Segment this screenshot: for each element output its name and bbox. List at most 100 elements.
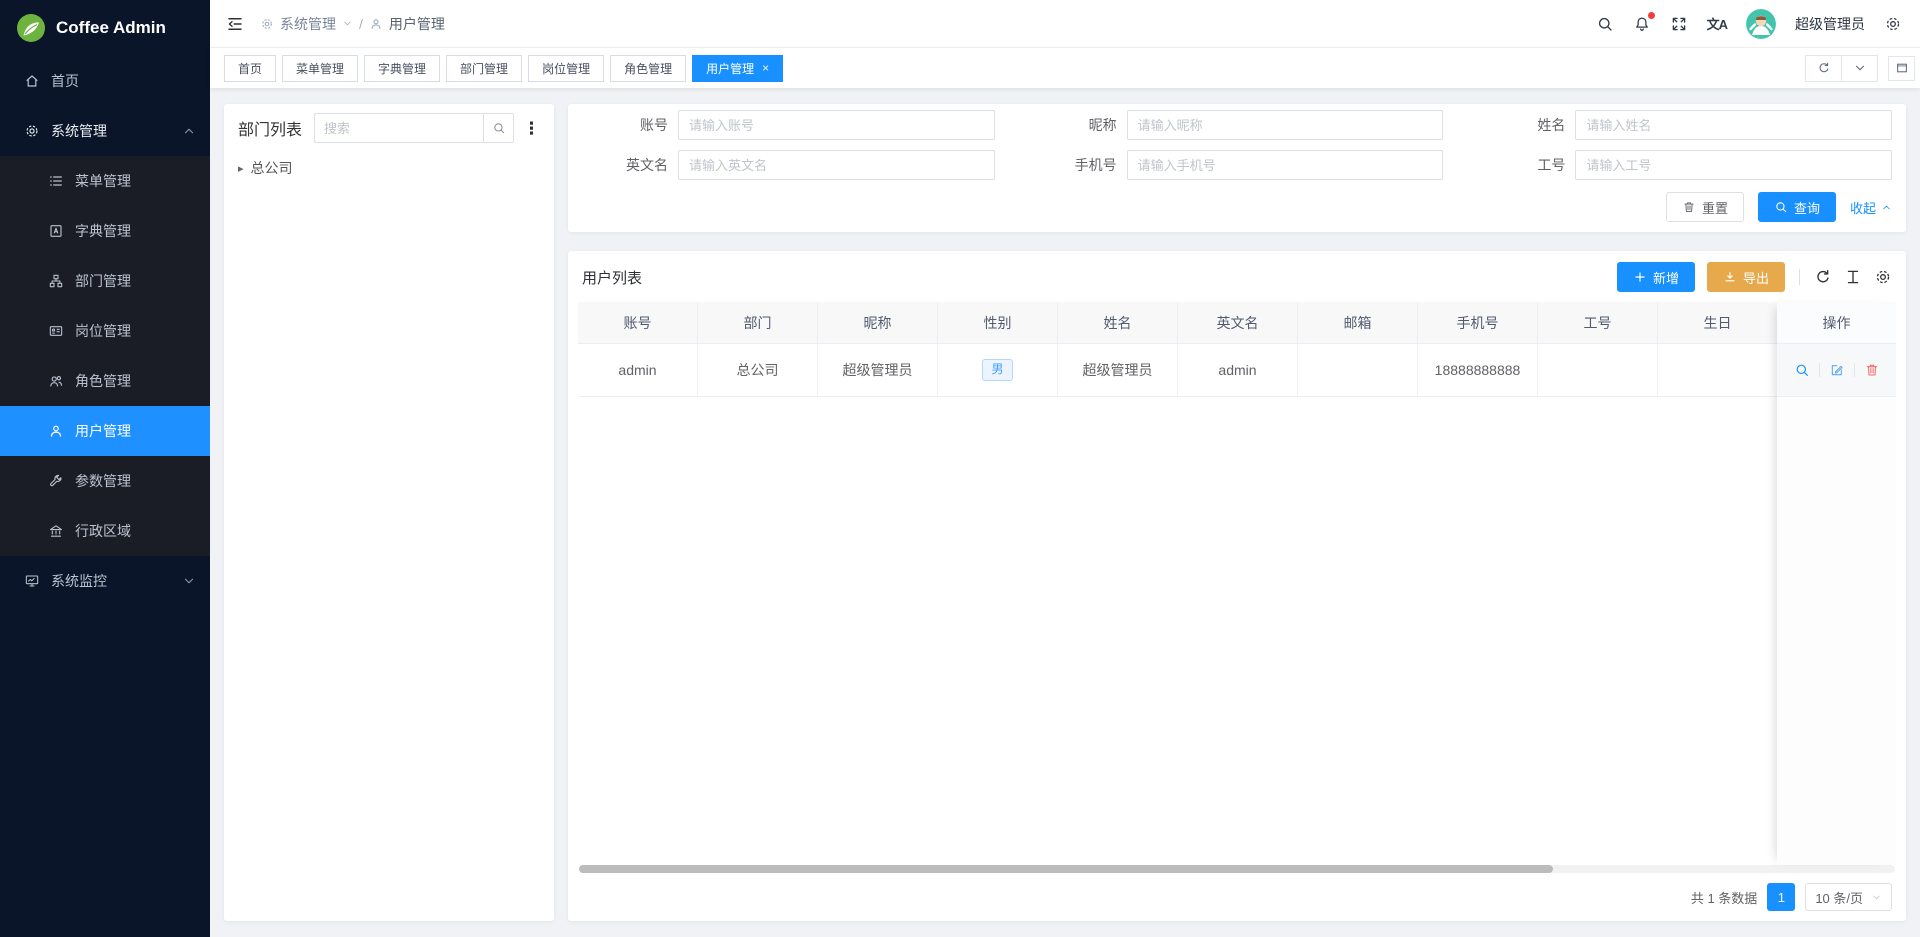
- plus-icon: [1633, 270, 1647, 284]
- tab-dropdown-icon[interactable]: [1841, 55, 1878, 82]
- users-icon: [48, 373, 64, 389]
- sidebar-item-label: 系统管理: [51, 121, 107, 141]
- gender-tag: 男: [982, 359, 1012, 381]
- sidebar-item-menu-mgmt[interactable]: 菜单管理: [0, 156, 210, 206]
- dept-panel-title: 部门列表: [238, 116, 302, 140]
- right-column: 账号 昵称 姓名 英文名: [568, 104, 1906, 921]
- dept-search-button[interactable]: [483, 114, 513, 142]
- tree-node-root[interactable]: ▸ 总公司: [238, 158, 540, 178]
- tab-post-mgmt[interactable]: 岗位管理: [528, 55, 604, 82]
- search-button[interactable]: 查询: [1758, 192, 1836, 222]
- chevron-down-icon[interactable]: [342, 18, 353, 29]
- tree-caret-icon[interactable]: ▸: [238, 162, 244, 175]
- sidebar-item-home[interactable]: 首页: [0, 56, 210, 106]
- tab-refresh-icon[interactable]: [1805, 55, 1842, 82]
- column-settings-gear-icon[interactable]: [1874, 268, 1892, 286]
- trash-icon: [1682, 200, 1696, 214]
- sidebar-item-dict-mgmt[interactable]: 字典管理: [0, 206, 210, 256]
- sidebar-item-user-mgmt[interactable]: 用户管理: [0, 406, 210, 456]
- column-header[interactable]: 姓名: [1058, 302, 1178, 343]
- cell-nickname: 超级管理员: [818, 344, 938, 396]
- chevron-down-icon: [1871, 892, 1882, 903]
- tab-menu-mgmt[interactable]: 菜单管理: [282, 55, 358, 82]
- tab-role-mgmt[interactable]: 角色管理: [610, 55, 686, 82]
- sidebar-item-role-mgmt[interactable]: 角色管理: [0, 356, 210, 406]
- settings-gear-icon[interactable]: [1884, 15, 1902, 33]
- translate-icon[interactable]: 文A: [1707, 14, 1727, 33]
- fullscreen-icon[interactable]: [1670, 15, 1688, 33]
- export-button[interactable]: 导出: [1707, 262, 1785, 292]
- page-button-1[interactable]: 1: [1767, 883, 1795, 911]
- tab-dict-mgmt[interactable]: 字典管理: [364, 55, 440, 82]
- scrollbar-thumb[interactable]: [579, 865, 1553, 873]
- sidebar-item-monitor[interactable]: 系统监控: [0, 556, 210, 606]
- tab-close-icon[interactable]: ×: [762, 62, 769, 74]
- column-header[interactable]: 部门: [698, 302, 818, 343]
- chevron-up-icon: [1881, 202, 1892, 213]
- topbar: 系统管理 / 用户管理 文A: [210, 0, 1920, 48]
- content-maximize-icon[interactable]: [1888, 56, 1915, 81]
- dept-search-input[interactable]: [315, 114, 483, 142]
- dept-panel: 部门列表 ⋮ ▸ 总公司: [224, 104, 554, 921]
- cell-job-no: [1538, 344, 1658, 396]
- user-icon: [48, 423, 64, 439]
- tab-user-mgmt[interactable]: 用户管理 ×: [692, 55, 783, 82]
- column-header[interactable]: 手机号: [1418, 302, 1538, 343]
- filter-field-en-name: 英文名: [576, 150, 995, 180]
- tabbar: 首页 菜单管理 字典管理 部门管理 岗位管理 角色管理 用户管理 ×: [210, 48, 1920, 88]
- dept-more-icon[interactable]: ⋮: [523, 120, 540, 137]
- column-header[interactable]: 性别: [938, 302, 1058, 343]
- column-header[interactable]: 账号: [578, 302, 698, 343]
- column-header[interactable]: 工号: [1538, 302, 1658, 343]
- column-header[interactable]: 昵称: [818, 302, 938, 343]
- nickname-input[interactable]: [1127, 110, 1444, 140]
- tab-home[interactable]: 首页: [224, 55, 276, 82]
- reset-button[interactable]: 重置: [1666, 192, 1744, 222]
- sidebar-item-system[interactable]: 系统管理: [0, 106, 210, 156]
- content: 部门列表 ⋮ ▸ 总公司 账号: [210, 88, 1920, 937]
- breadcrumb-root[interactable]: 系统管理: [280, 14, 336, 34]
- cell-name: 超级管理员: [1058, 344, 1178, 396]
- edit-icon[interactable]: [1829, 362, 1845, 378]
- user-table: 账号 部门 昵称 性别 姓名 英文名 邮箱 手机号 工号 生日: [578, 302, 1896, 865]
- table-header-row: 账号 部门 昵称 性别 姓名 英文名 邮箱 手机号 工号 生日: [578, 302, 1777, 344]
- tab-dept-mgmt[interactable]: 部门管理: [446, 55, 522, 82]
- gear-icon: [260, 17, 274, 31]
- row-height-icon[interactable]: [1844, 268, 1862, 286]
- action-fixed-column: 操作: [1777, 302, 1896, 865]
- sidebar-item-label: 系统监控: [51, 571, 107, 591]
- cell-account: admin: [578, 344, 698, 396]
- org-chart-icon: [48, 273, 64, 289]
- account-input[interactable]: [678, 110, 995, 140]
- column-header[interactable]: 生日: [1658, 302, 1777, 343]
- job-no-input[interactable]: [1575, 150, 1892, 180]
- logo-leaf-icon: [16, 13, 46, 43]
- username[interactable]: 超级管理员: [1795, 14, 1865, 34]
- table-refresh-icon[interactable]: [1814, 268, 1832, 286]
- filter-field-phone: 手机号: [1025, 150, 1444, 180]
- view-icon[interactable]: [1794, 362, 1810, 378]
- global-search-icon[interactable]: [1596, 15, 1614, 33]
- delete-icon[interactable]: [1864, 362, 1880, 378]
- avatar[interactable]: [1746, 9, 1776, 39]
- sidebar-item-dept-mgmt[interactable]: 部门管理: [0, 256, 210, 306]
- phone-input[interactable]: [1127, 150, 1444, 180]
- breadcrumb-current: 用户管理: [389, 14, 445, 34]
- column-header[interactable]: 邮箱: [1298, 302, 1418, 343]
- column-header[interactable]: 英文名: [1178, 302, 1298, 343]
- sidebar-item-param-mgmt[interactable]: 参数管理: [0, 456, 210, 506]
- page-size-select[interactable]: 10 条/页: [1805, 883, 1892, 911]
- search-icon: [1774, 200, 1788, 214]
- en-name-input[interactable]: [678, 150, 995, 180]
- notification-bell-icon[interactable]: [1633, 15, 1651, 33]
- menu-fold-icon[interactable]: [226, 15, 244, 33]
- cell-dept: 总公司: [698, 344, 818, 396]
- add-user-button[interactable]: 新增: [1617, 262, 1695, 292]
- cell-email: [1298, 344, 1418, 396]
- sidebar-item-post-mgmt[interactable]: 岗位管理: [0, 306, 210, 356]
- table-row[interactable]: admin 总公司 超级管理员 男 超级管理员 admin 1888888888…: [578, 344, 1777, 397]
- collapse-filter-link[interactable]: 收起: [1850, 198, 1892, 217]
- name-input[interactable]: [1575, 110, 1892, 140]
- cell-birthday: [1658, 344, 1777, 396]
- sidebar-item-admin-region[interactable]: 行政区域: [0, 506, 210, 556]
